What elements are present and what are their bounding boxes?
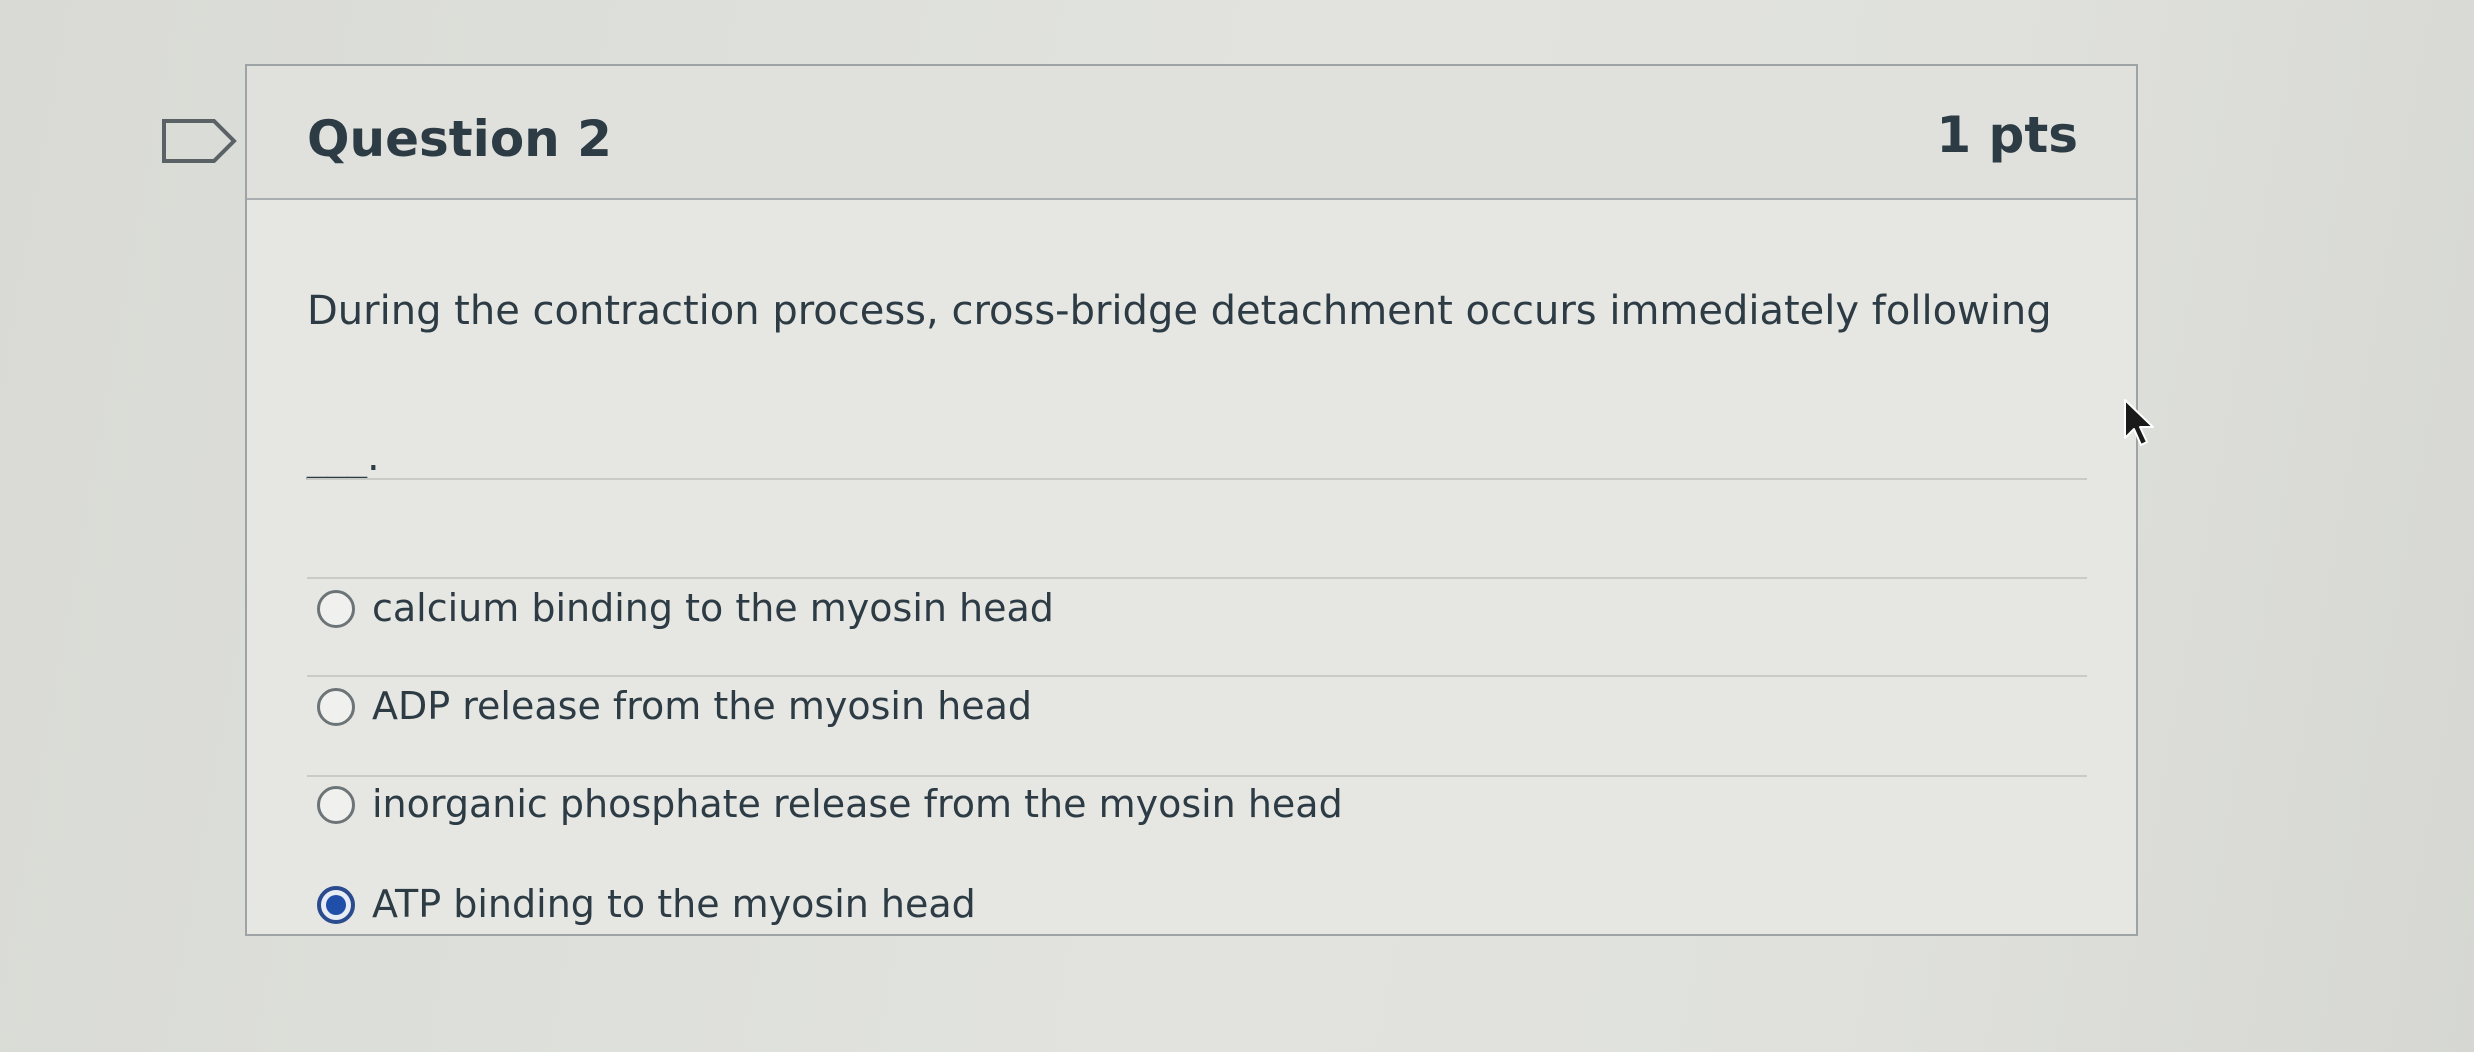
question-points: 1 pts: [1936, 106, 2078, 164]
flag-question-icon[interactable]: [160, 117, 240, 165]
question-blank: ___.: [307, 434, 380, 480]
answer-divider: [307, 577, 2087, 579]
radio-button[interactable]: [317, 590, 355, 628]
question-text: During the contraction process, cross-br…: [307, 288, 2052, 334]
radio-button[interactable]: [317, 786, 355, 824]
answer-option[interactable]: inorganic phosphate release from the myo…: [317, 774, 2077, 844]
answer-option[interactable]: calcium binding to the myosin head: [317, 578, 2077, 648]
question-header: Question 2 1 pts: [247, 66, 2136, 200]
answer-label: ADP release from the myosin head: [372, 684, 1032, 728]
answer-label: calcium binding to the myosin head: [372, 586, 1054, 630]
radio-button-selected[interactable]: [317, 886, 355, 924]
mouse-pointer-icon: [2123, 398, 2157, 448]
question-card: Question 2 1 pts During the contraction …: [245, 64, 2138, 936]
answer-option-selected[interactable]: ATP binding to the myosin head: [317, 874, 2077, 944]
answer-divider: [307, 775, 2087, 777]
answers-divider: [307, 478, 2087, 480]
answer-label: ATP binding to the myosin head: [372, 882, 976, 926]
answer-label: inorganic phosphate release from the myo…: [372, 782, 1343, 826]
answer-divider: [307, 675, 2087, 677]
radio-button[interactable]: [317, 688, 355, 726]
question-title: Question 2: [307, 110, 612, 168]
answer-option[interactable]: ADP release from the myosin head: [317, 676, 2077, 746]
